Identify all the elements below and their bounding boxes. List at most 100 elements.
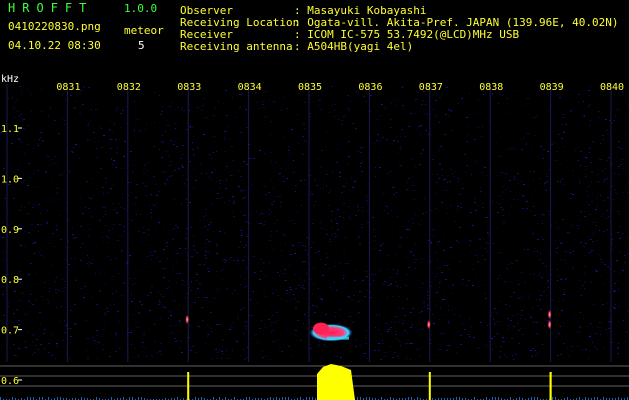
noise-pixel xyxy=(364,324,365,325)
noise-pixel xyxy=(379,271,380,272)
noise-pixel xyxy=(70,328,72,329)
noise-pixel xyxy=(502,342,503,343)
noise-pixel xyxy=(404,330,406,331)
noise-pixel xyxy=(46,223,48,224)
power-strip xyxy=(0,364,629,400)
noise-pixel xyxy=(438,210,439,211)
noise-pixel xyxy=(305,250,307,251)
noise-pixel xyxy=(39,312,41,313)
noise-pixel xyxy=(624,262,626,263)
noise-pixel xyxy=(556,252,558,253)
noise-pixel xyxy=(243,161,245,162)
noise-pixel xyxy=(613,291,615,292)
noise-pixel xyxy=(523,196,524,197)
noise-pixel xyxy=(147,256,148,257)
noise-pixel xyxy=(143,334,145,335)
noise-pixel xyxy=(134,130,135,131)
noise-pixel xyxy=(297,301,299,302)
noise-pixel xyxy=(395,316,397,317)
noise-pixel xyxy=(196,280,197,281)
noise-pixel xyxy=(52,233,54,234)
noise-pixel xyxy=(597,333,598,334)
noise-pixel xyxy=(108,256,109,257)
x-tick-label: 0835 xyxy=(298,82,322,93)
noise-pixel xyxy=(110,139,112,140)
noise-pixel xyxy=(493,214,494,215)
noise-pixel xyxy=(540,309,542,310)
noise-pixel xyxy=(406,358,407,359)
noise-pixel xyxy=(189,161,191,162)
noise-pixel xyxy=(348,296,350,297)
noise-pixel xyxy=(157,352,158,353)
noise-pixel xyxy=(355,340,357,341)
noise-pixel xyxy=(539,259,541,260)
noise-pixel xyxy=(150,266,151,267)
noise-pixel xyxy=(573,171,574,172)
noise-pixel xyxy=(364,353,366,354)
noise-pixel xyxy=(62,156,63,157)
noise-pixel xyxy=(215,349,217,350)
noise-pixel xyxy=(337,104,338,105)
noise-pixel xyxy=(118,321,120,322)
noise-pixel xyxy=(322,275,324,276)
noise-pixel xyxy=(73,107,75,108)
noise-pixel xyxy=(53,163,55,164)
noise-pixel xyxy=(207,229,209,230)
noise-pixel xyxy=(574,150,576,151)
noise-pixel xyxy=(19,86,21,87)
noise-pixel xyxy=(170,161,172,162)
noise-pixel xyxy=(122,197,123,198)
noise-pixel xyxy=(449,181,451,182)
noise-pixel xyxy=(500,137,501,138)
noise-pixel xyxy=(22,293,24,294)
noise-pixel xyxy=(28,301,30,302)
noise-pixel xyxy=(20,141,22,142)
noise-pixel xyxy=(545,249,546,250)
noise-pixel xyxy=(178,168,180,169)
noise-pixel xyxy=(44,282,46,283)
noise-pixel xyxy=(533,233,534,234)
noise-pixel xyxy=(68,219,70,220)
noise-pixel xyxy=(442,299,444,300)
noise-pixel xyxy=(420,290,422,291)
noise-pixel xyxy=(329,241,331,242)
noise-pixel xyxy=(195,180,197,181)
noise-pixel xyxy=(224,131,226,132)
noise-pixel xyxy=(232,293,233,294)
noise-pixel xyxy=(579,180,580,181)
noise-pixel xyxy=(570,204,571,205)
noise-pixel xyxy=(547,151,549,152)
noise-pixel xyxy=(72,152,74,153)
noise-pixel xyxy=(110,279,111,280)
noise-pixel xyxy=(358,210,359,211)
noise-pixel xyxy=(507,264,509,265)
noise-pixel xyxy=(385,107,386,108)
noise-pixel xyxy=(96,157,98,158)
noise-pixel xyxy=(110,304,111,305)
noise-pixel xyxy=(292,220,293,221)
noise-pixel xyxy=(380,115,382,116)
noise-pixel xyxy=(562,219,564,220)
noise-pixel xyxy=(533,171,535,172)
noise-pixel xyxy=(423,213,424,214)
noise-pixel xyxy=(216,244,218,245)
noise-pixel xyxy=(607,178,608,179)
noise-pixel xyxy=(521,181,523,182)
noise-pixel xyxy=(224,232,225,233)
noise-pixel xyxy=(358,151,359,152)
noise-pixel xyxy=(572,350,574,351)
noise-pixel xyxy=(25,314,27,315)
noise-pixel xyxy=(609,267,610,268)
noise-pixel xyxy=(32,334,34,335)
noise-pixel xyxy=(523,226,524,227)
noise-pixel xyxy=(473,337,475,338)
noise-pixel xyxy=(448,305,449,306)
noise-pixel xyxy=(311,247,312,248)
noise-pixel xyxy=(32,207,34,208)
noise-pixel xyxy=(39,252,40,253)
noise-pixel xyxy=(595,209,597,210)
noise-pixel xyxy=(352,123,354,124)
noise-pixel xyxy=(190,227,192,228)
noise-pixel xyxy=(120,113,122,114)
noise-pixel xyxy=(592,235,593,236)
